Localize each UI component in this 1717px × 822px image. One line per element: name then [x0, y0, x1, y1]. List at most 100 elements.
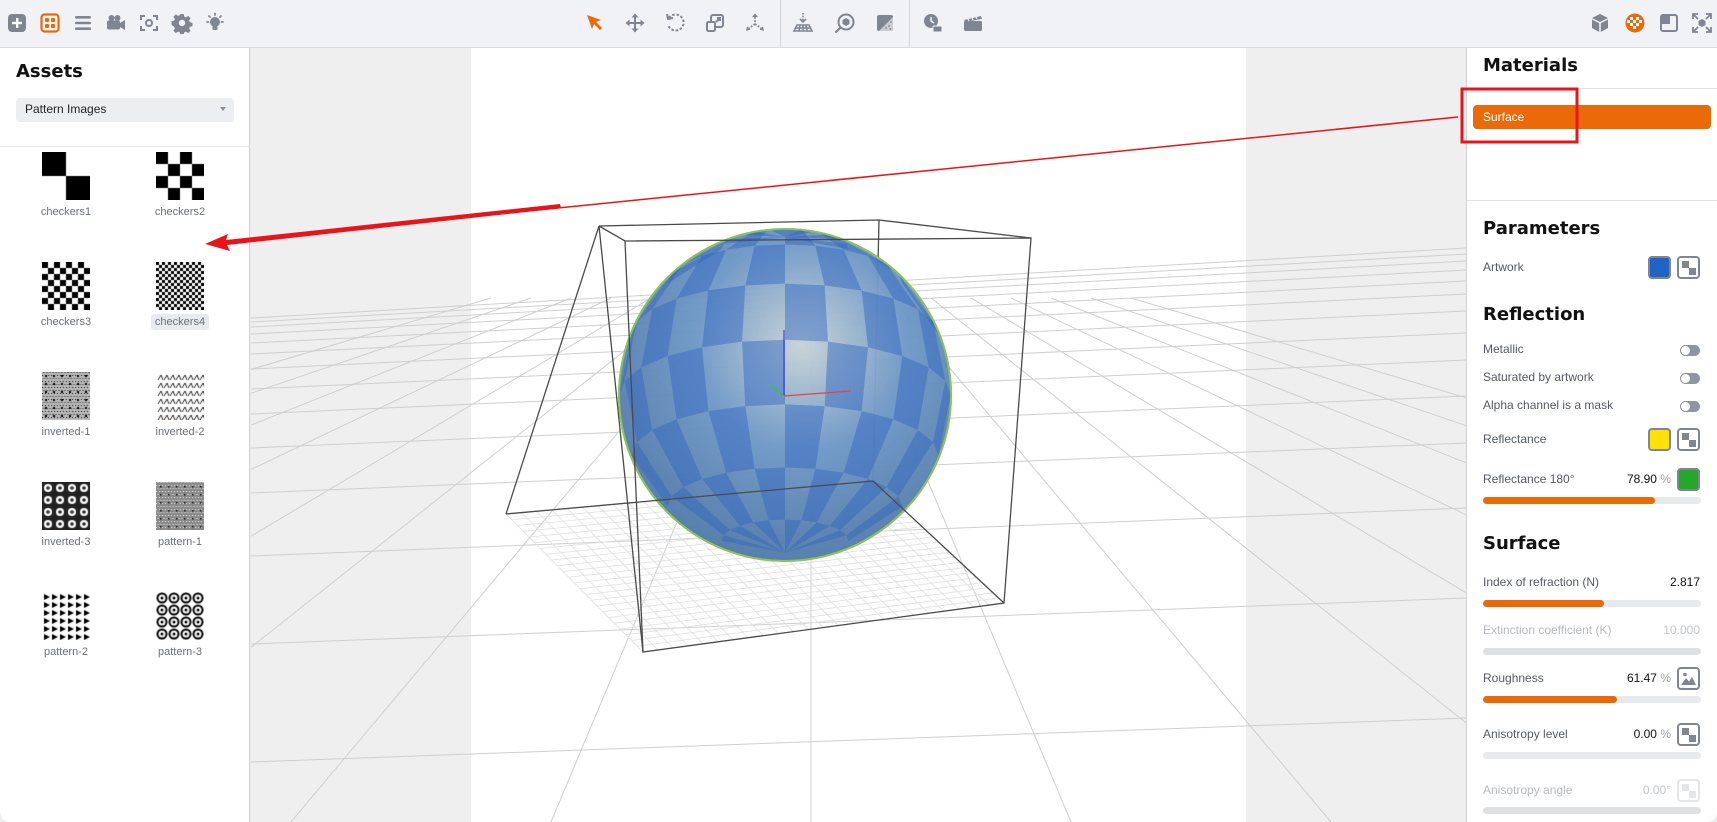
assets-button[interactable]	[37, 10, 63, 36]
anisotropy-angle-slider[interactable]	[1483, 807, 1701, 814]
grid-line	[970, 297, 1466, 594]
pivot-tool-button[interactable]	[742, 10, 768, 36]
look-at-button[interactable]	[832, 10, 858, 36]
artwork-color-swatch[interactable]	[1648, 256, 1671, 279]
reflection-title: Reflection	[1483, 304, 1586, 325]
grid-line	[930, 297, 1466, 724]
clapperboard-icon	[964, 16, 982, 31]
sphere-checker-cell	[702, 285, 746, 348]
anisotropy-angle-texture-button[interactable]	[1677, 779, 1700, 802]
settings-button[interactable]	[169, 10, 195, 36]
asset-item-checkers1[interactable]: checkers1	[16, 152, 116, 242]
focus-button[interactable]	[136, 10, 162, 36]
asset-thumbnail	[156, 482, 204, 530]
asset-item-inverted-2[interactable]: inverted-2	[130, 372, 230, 462]
move-tool-button[interactable]	[622, 10, 648, 36]
anisotropy-level-slider[interactable]	[1483, 752, 1701, 759]
reflectance-label: Reflectance	[1483, 432, 1547, 446]
reflectance180-color-swatch[interactable]	[1677, 468, 1700, 491]
asset-label: inverted-2	[155, 426, 205, 438]
material-item-surface[interactable]: Surface	[1473, 105, 1711, 129]
reflectance-color-swatch[interactable]	[1648, 428, 1671, 451]
texture-icon	[1682, 261, 1689, 268]
3d-viewport[interactable]	[251, 48, 1466, 822]
artwork-texture-button[interactable]	[1677, 256, 1700, 279]
asset-thumbnail	[42, 152, 90, 200]
animation-button[interactable]	[920, 10, 946, 36]
metallic-label: Metallic	[1483, 342, 1524, 356]
asset-thumbnail	[156, 592, 204, 640]
material-ball-icon	[1625, 13, 1645, 33]
roughness-slider[interactable]	[1483, 696, 1701, 703]
reflectance180-value: 78.90 %	[1626, 472, 1671, 486]
look-at-icon	[834, 13, 855, 34]
main-toolbar	[0, 0, 1717, 48]
parameters-title: Parameters	[1483, 218, 1601, 239]
alpha-mask-toggle[interactable]	[1680, 401, 1700, 412]
grid-line	[251, 297, 492, 370]
asset-thumbnail	[156, 372, 204, 420]
reflectance180-label: Reflectance 180°	[1483, 472, 1575, 486]
assets-icon	[40, 13, 60, 33]
roughness-texture-button[interactable]	[1677, 667, 1700, 690]
cube-icon	[1592, 14, 1608, 32]
materials-title: Materials	[1483, 55, 1578, 76]
camera-button[interactable]	[103, 10, 129, 36]
asset-item-pattern-2[interactable]: pattern-2	[16, 592, 116, 682]
scene-list-button[interactable]	[70, 10, 96, 36]
add-icon	[8, 14, 26, 32]
drop-to-floor-icon	[792, 13, 814, 32]
extinction-slider[interactable]	[1483, 648, 1701, 655]
select-tool-button[interactable]	[582, 10, 608, 36]
grid-line	[251, 297, 612, 471]
render-button[interactable]	[960, 10, 986, 36]
add-button[interactable]	[4, 10, 30, 36]
reflectance180-slider[interactable]	[1483, 497, 1701, 504]
grid-line	[251, 717, 1466, 763]
scene-canvas	[251, 219, 1466, 822]
fullscreen-button[interactable]	[1689, 10, 1715, 36]
asset-item-inverted-3[interactable]: inverted-3	[16, 482, 116, 572]
asset-thumbnail	[156, 262, 204, 310]
asset-label: pattern-1	[157, 536, 203, 548]
asset-item-checkers2[interactable]: checkers2	[130, 152, 230, 242]
window-button[interactable]	[1656, 10, 1682, 36]
metallic-toggle[interactable]	[1680, 345, 1700, 356]
asset-item-checkers3[interactable]: checkers3	[16, 262, 116, 352]
asset-category-dropdown[interactable]: Pattern Images	[16, 98, 234, 122]
extinction-label: Extinction coefficient (K)	[1483, 623, 1612, 637]
asset-label: pattern-3	[157, 646, 203, 658]
lighting-button[interactable]	[202, 10, 228, 36]
asset-label: checkers3	[40, 316, 92, 328]
anisotropy-level-label: Anisotropy level	[1483, 727, 1568, 741]
window-icon	[1660, 14, 1678, 32]
grid-line	[1090, 297, 1466, 427]
asset-item-pattern-3[interactable]: pattern-3	[130, 592, 230, 682]
ior-slider[interactable]	[1483, 600, 1701, 607]
shading-button[interactable]	[872, 10, 898, 36]
materials-panel: Materials Surface Parameters Artwork Ref…	[1466, 48, 1717, 822]
asset-thumbnail	[42, 482, 90, 530]
roughness-label: Roughness	[1483, 671, 1544, 685]
grid-line	[251, 297, 652, 537]
scale-tool-button[interactable]	[702, 10, 728, 36]
rotate-tool-button[interactable]	[662, 10, 688, 36]
rotate-icon	[666, 13, 685, 32]
asset-thumbnail	[42, 262, 90, 310]
saturated-label: Saturated by artwork	[1483, 370, 1594, 384]
object-button[interactable]	[1587, 10, 1613, 36]
fullscreen-icon	[1692, 13, 1712, 33]
drop-to-floor-button[interactable]	[790, 10, 816, 36]
ior-value: 2.817	[1669, 575, 1700, 589]
slider-fill	[1483, 497, 1655, 504]
asset-item-pattern-1[interactable]: pattern-1	[130, 482, 230, 572]
anisotropy-level-value: 0.00 %	[1633, 727, 1671, 741]
ior-label: Index of refraction (N)	[1483, 575, 1600, 589]
saturated-by-artwork-toggle[interactable]	[1680, 373, 1700, 384]
slider-fill	[1483, 696, 1617, 703]
asset-item-inverted-1[interactable]: inverted-1	[16, 372, 116, 462]
reflectance-texture-button[interactable]	[1677, 428, 1700, 451]
anisotropy-level-texture-button[interactable]	[1677, 723, 1700, 746]
materials-button[interactable]	[1622, 10, 1648, 36]
asset-item-checkers4[interactable]: checkers4	[130, 262, 230, 352]
